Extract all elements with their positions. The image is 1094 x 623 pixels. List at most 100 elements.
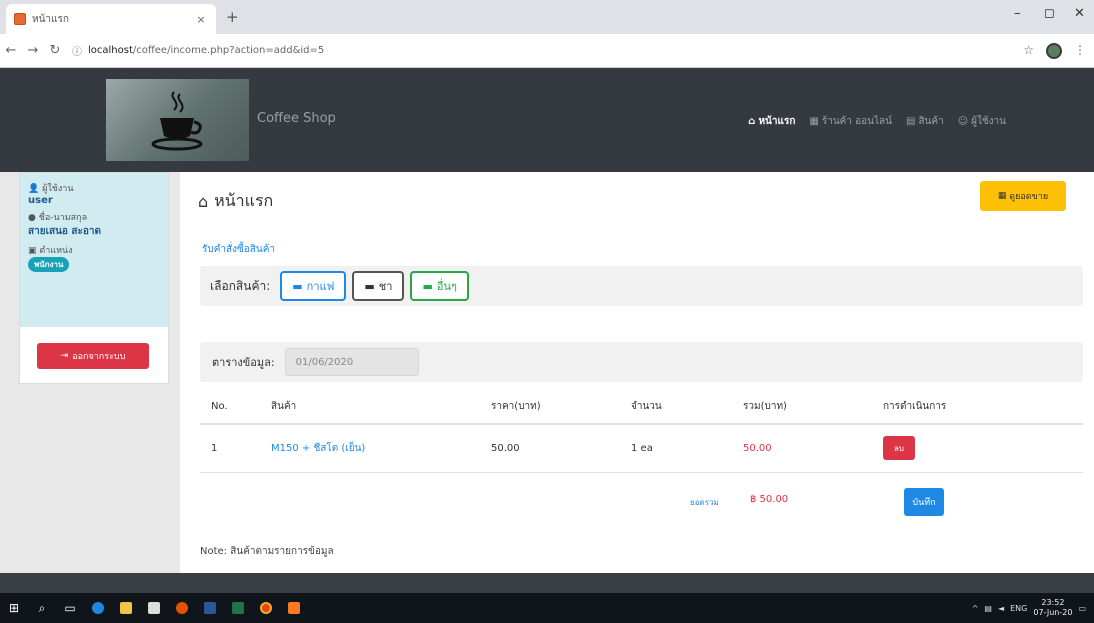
date-row: ตารางข้อมูล: 01/06/2020 [200,342,1083,382]
windows-taskbar: ⊞ ⌕ ▭ ^ ▤ ◄ ENG 23:52 07-Jun-20 ▭ [0,593,1094,623]
url-path: /coffee/income.php?action=add&id=5 [132,45,325,56]
clock[interactable]: 23:52 07-Jun-20 [1033,598,1072,618]
brand-name[interactable]: Coffee Shop [257,111,336,126]
clock-time: 23:52 [1041,598,1065,607]
bookmark-star-icon[interactable]: ☆ [1023,43,1034,59]
clock-date: 07-Jun-20 [1033,608,1073,617]
user-icon: 👤 [28,184,40,194]
sidebar: 👤 ผู้ใช้งาน user ● ชื่อ-นามสกุล สายเสนอ … [19,172,169,384]
forward-icon[interactable]: → [22,43,44,58]
nav-home[interactable]: ⌂ หน้าแรก [748,114,795,129]
coffee-button[interactable]: ▬ กาแฟ [280,271,347,301]
store-icon: ▬ [422,279,433,293]
user-value: user [28,195,53,206]
reload-icon[interactable]: ↻ [44,43,66,58]
sign-out-icon: ⇥ [60,351,69,361]
tab-close-icon[interactable]: × [194,13,208,26]
back-icon[interactable]: ← [0,43,22,58]
summary-row: ยอดรวม ฿ 50.00 บันทึก [200,482,1083,526]
col-product: สินค้า [260,390,480,425]
nav-products[interactable]: ▤ สินค้า [906,114,944,129]
choose-label: เลือกสินค้า: [210,278,271,293]
url-field[interactable]: ⓘ localhost/coffee/income.php?action=add… [72,43,324,58]
logout-button[interactable]: ⇥ ออกจากระบบ [37,343,149,369]
word-icon[interactable] [196,593,224,623]
office-icon[interactable] [168,593,196,623]
volume-icon[interactable]: ◄ [998,604,1004,613]
minimize-icon[interactable]: – [1014,6,1021,21]
sales-report-button[interactable]: ▦ ดูยอดขาย [980,181,1066,211]
coffee-cup-icon [151,91,202,151]
nav-users[interactable]: ☺ ผู้ใช้งาน [958,114,1006,129]
row-price: 50.00 [480,424,620,473]
favicon-icon [14,13,26,25]
user-info-panel: 👤 ผู้ใช้งาน user ● ชื่อ-นามสกุล สายเสนอ … [20,173,168,327]
tab-title: หน้าแรก [32,13,69,25]
note-text: Note: สินค้าตามรายการข้อมูล [200,546,334,557]
network-icon[interactable]: ▤ [984,604,992,613]
row-qty: 1 ea [620,424,732,473]
date-field[interactable]: 01/06/2020 [284,348,419,376]
coffee-logo[interactable] [106,79,249,161]
col-total: รวม(บาท) [732,390,872,425]
delete-button[interactable]: ลบ [883,436,915,461]
nav-links: ⌂ หน้าแรก ▦ ร้านค้า ออนไลน์ ▤ สินค้า ☺ ผู้ใช… [748,114,1006,129]
task-view-icon[interactable]: ▭ [56,593,84,623]
col-no: No. [200,390,260,425]
store-icon: ▬ [292,279,303,293]
url-host: localhost [88,45,133,56]
windows-start-icon[interactable]: ⊞ [0,593,28,623]
table-header-row: No. สินค้า ราคา(บาท) จำนวน รวม(บาท) การด… [200,390,1083,425]
search-icon[interactable]: ⌕ [28,593,56,623]
store-app-icon[interactable] [140,593,168,623]
briefcase-icon: ▣ [28,246,37,256]
role-badge: พนักงาน [28,257,70,272]
user-label: ผู้ใช้งาน [42,184,74,194]
role-label: ตำแหน่ง [39,246,73,256]
store-icon: ▬ [364,279,375,293]
info-circle-icon: ● [28,213,36,223]
sum-label: ยอดรวม [690,498,719,507]
nav-online-store[interactable]: ▦ ร้านค้า ออนไลน์ [809,114,892,129]
section-title: รับคำสั่งซื้อสินค้า [202,244,276,255]
page-title: ⌂ หน้าแรก [198,191,274,211]
notification-icon[interactable]: ▭ [1078,604,1086,613]
row-no: 1 [200,424,260,473]
date-label: ตารางข้อมูล: [212,356,275,369]
order-table: No. สินค้า ราคา(บาท) จำนวน รวม(บาท) การด… [200,390,1083,473]
chrome-icon[interactable] [252,593,280,623]
row-product-link[interactable]: M150 + ชีสโต (เย็น) [271,443,365,454]
sum-value: ฿ 50.00 [750,494,789,505]
other-button[interactable]: ▬ อื่นๆ [410,271,469,301]
name-value: สายเสนอ สะอาด [28,226,102,237]
tea-button[interactable]: ▬ ชา [352,271,405,301]
users-icon: ☺ [957,116,969,127]
maximize-icon[interactable]: ◻ [1044,6,1055,21]
new-tab-button[interactable]: + [226,8,239,26]
xampp-icon[interactable] [280,593,308,623]
tray-chevron-icon[interactable]: ^ [972,604,979,613]
col-price: ราคา(บาท) [480,390,620,425]
product-chooser: เลือกสินค้า: ▬ กาแฟ ▬ ชา ▬ อื่นๆ [200,266,1083,306]
home-icon: ⌂ [748,116,756,127]
browser-menu-icon[interactable]: ⋮ [1074,43,1086,59]
main-content: ⌂ หน้าแรก ▦ ดูยอดขาย รับคำสั่งซื้อสินค้า… [180,172,1094,573]
name-label: ชื่อ-นามสกุล [38,213,88,223]
close-window-icon[interactable]: ✕ [1074,6,1085,21]
calendar-icon: ▦ [997,191,1007,201]
col-action: การดำเนินการ [872,390,1083,425]
info-icon: ⓘ [72,47,82,58]
home-icon: ⌂ [198,192,209,211]
file-explorer-icon[interactable] [112,593,140,623]
site-footer [0,573,1094,593]
language-indicator[interactable]: ENG [1010,604,1027,613]
edge-icon[interactable] [84,593,112,623]
profile-avatar-icon[interactable] [1046,43,1062,59]
excel-icon[interactable] [224,593,252,623]
store-icon: ▦ [809,116,819,127]
save-button[interactable]: บันทึก [904,488,944,516]
site-navbar: Coffee Shop ⌂ หน้าแรก ▦ ร้านค้า ออนไลน์ ▤ ส… [0,68,1094,172]
browser-tab[interactable]: หน้าแรก × [6,4,216,34]
col-qty: จำนวน [620,390,732,425]
logout-label: ออกจากระบบ [72,352,126,362]
